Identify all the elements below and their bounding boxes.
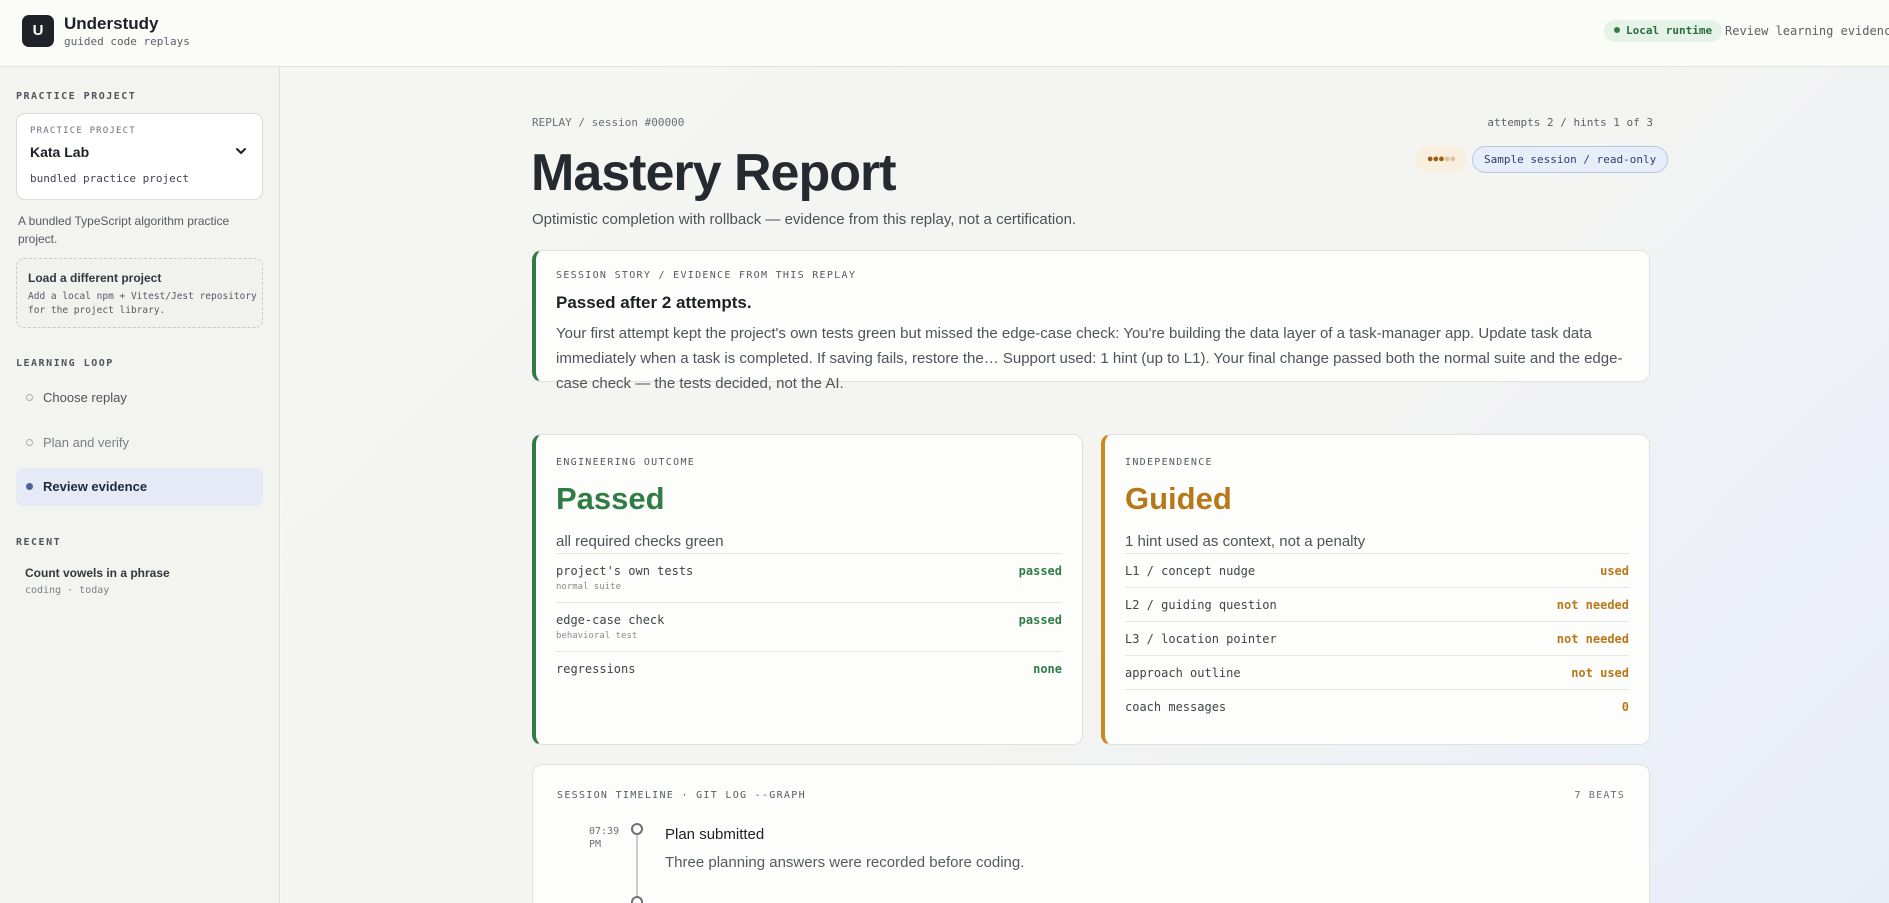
outcome-status: Passed xyxy=(556,481,665,516)
sample-session-badge: Sample session / read-only xyxy=(1472,146,1669,173)
timeline-beat-count: 7 BEATS xyxy=(1574,790,1625,801)
row-value: not needed xyxy=(1556,632,1629,646)
independence-summary: 1 hint used as context, not a penalty xyxy=(1125,533,1366,550)
hint-row: L2 / guiding question not needed xyxy=(1125,587,1629,621)
brand-tagline: guided code replays xyxy=(64,35,190,48)
recent-heading: RECENT xyxy=(16,537,62,548)
project-name: Kata Lab xyxy=(30,144,90,160)
project-description: A bundled TypeScript algorithm practice … xyxy=(18,214,230,246)
story-body: Your first attempt kept the project's ow… xyxy=(556,325,1623,392)
project-selector[interactable]: PRACTICE PROJECT Kata Lab bundled practi… xyxy=(16,113,263,200)
app-logo[interactable]: U xyxy=(22,15,54,47)
load-project-description: Add a local npm + Vitest/Jest repository… xyxy=(28,291,257,316)
loop-item-label: Plan and verify xyxy=(43,435,129,450)
session-story-card: SESSION STORY / EVIDENCE FROM THIS REPLA… xyxy=(532,250,1650,392)
row-label: project's own tests xyxy=(556,564,694,578)
recent-session-title[interactable]: Count vowels in a phrase xyxy=(25,566,170,580)
practice-project-heading: PRACTICE PROJECT xyxy=(16,91,137,102)
outcome-row: edge-case check behavioral test passed xyxy=(556,602,1062,651)
sidebar: PRACTICE PROJECT PRACTICE PROJECT Kata L… xyxy=(0,67,280,903)
row-value: used xyxy=(1600,564,1629,578)
row-value: not needed xyxy=(1556,598,1629,612)
review-evidence-link[interactable]: Review learning evidence xyxy=(1725,24,1889,38)
hint-row: approach outline not used xyxy=(1125,655,1629,689)
load-project-card[interactable]: Load a different project Add a local npm… xyxy=(16,258,263,328)
load-project-title: Load a different project xyxy=(28,271,162,285)
page-title: Mastery Report xyxy=(531,144,897,202)
project-selector-description: bundled practice project xyxy=(30,172,189,185)
loop-item-label: Choose replay xyxy=(43,390,127,405)
outcome-eyebrow: ENGINEERING OUTCOME xyxy=(556,457,696,468)
timeline-graph-line xyxy=(636,832,638,903)
timeline-event-description: Three planning answers were recorded bef… xyxy=(665,854,1025,871)
independence-card: INDEPENDENCE Guided 1 hint used as conte… xyxy=(1101,434,1650,745)
commit-node-icon xyxy=(631,823,643,835)
independence-rows: L1 / concept nudge used L2 / guiding que… xyxy=(1125,553,1629,723)
row-label: approach outline xyxy=(1125,666,1241,680)
project-selector-label: PRACTICE PROJECT xyxy=(30,126,136,136)
breadcrumb: REPLAY / session #00000 xyxy=(532,116,685,129)
step-dot-icon xyxy=(26,483,33,490)
row-value: not used xyxy=(1571,666,1629,680)
runtime-status-label: Local runtime xyxy=(1626,24,1713,37)
row-note: normal suite xyxy=(556,582,622,592)
row-label: coach messages xyxy=(1125,700,1227,714)
timeline-event-title[interactable]: Plan submitted xyxy=(665,826,764,843)
loop-item-choose-replay[interactable]: Choose replay xyxy=(16,379,263,417)
row-label: edge-case check xyxy=(556,613,665,627)
story-eyebrow: SESSION STORY / EVIDENCE FROM THIS REPLA… xyxy=(556,270,857,281)
row-value: passed xyxy=(1018,613,1062,627)
loop-item-label: Review evidence xyxy=(43,479,148,494)
outcome-rows: project's own tests normal suite passed … xyxy=(556,553,1062,691)
learning-loop-heading: LEARNING LOOP xyxy=(16,358,114,369)
row-label: regressions xyxy=(556,662,636,676)
outcome-summary: all required checks green xyxy=(556,533,724,550)
main-content: REPLAY / session #00000 attempts 2 / hin… xyxy=(281,67,1889,903)
row-value: passed xyxy=(1018,564,1062,578)
session-timeline-card: SESSION TIMELINE · GIT LOG --GRAPH 7 BEA… xyxy=(532,764,1650,903)
row-value: none xyxy=(1033,662,1062,676)
timeline-eyebrow: SESSION TIMELINE · GIT LOG --GRAPH xyxy=(557,790,806,801)
page-subtitle: Optimistic completion with rollback — ev… xyxy=(532,211,1077,228)
commit-node-icon xyxy=(631,896,643,903)
status-dot-icon xyxy=(1614,27,1620,33)
loop-item-plan-and-verify[interactable]: Plan and verify xyxy=(16,424,263,462)
story-headline: Passed after 2 attempts. xyxy=(556,293,752,312)
timeline-event-time: 07:39 PM xyxy=(589,826,620,850)
outcome-row: project's own tests normal suite passed xyxy=(556,553,1062,602)
independence-eyebrow: INDEPENDENCE xyxy=(1125,457,1213,468)
row-note: behavioral test xyxy=(556,631,638,641)
row-label: L2 / guiding question xyxy=(1125,598,1277,612)
attempts-counter: attempts 2 / hints 1 of 3 xyxy=(1487,116,1653,129)
runtime-status-badge: Local runtime xyxy=(1604,20,1723,42)
brand-name: Understudy xyxy=(64,14,159,33)
hint-row: L3 / location pointer not needed xyxy=(1125,621,1629,655)
hint-row: L1 / concept nudge used xyxy=(1125,553,1629,587)
hint-usage-indicator: ●●●●● xyxy=(1415,146,1467,172)
hint-row: coach messages 0 xyxy=(1125,689,1629,723)
step-dot-icon xyxy=(26,439,33,446)
row-value: 0 xyxy=(1621,700,1629,714)
row-label: L3 / location pointer xyxy=(1125,632,1277,646)
row-label: L1 / concept nudge xyxy=(1125,564,1256,578)
step-dot-icon xyxy=(26,394,33,401)
engineering-outcome-card: ENGINEERING OUTCOME Passed all required … xyxy=(532,434,1083,745)
chevron-down-icon[interactable] xyxy=(234,144,248,158)
independence-status: Guided xyxy=(1125,481,1232,516)
loop-item-review-evidence[interactable]: Review evidence xyxy=(16,468,263,506)
outcome-row: regressions none xyxy=(556,651,1062,691)
top-bar: U Understudy guided code replays Local r… xyxy=(0,0,1889,67)
recent-session-meta: coding · today xyxy=(25,585,110,596)
